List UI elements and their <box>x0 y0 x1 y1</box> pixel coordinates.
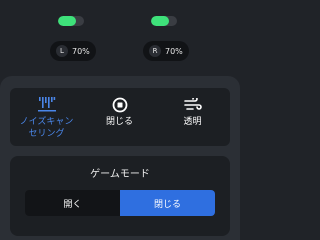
right-battery-bar <box>151 16 177 26</box>
right-battery-fill <box>151 16 170 26</box>
mode-off[interactable]: 閉じる <box>83 88 156 146</box>
game-mode-card: ゲームモード 開く 閉じる <box>10 156 230 236</box>
left-side-label: L <box>56 45 68 57</box>
stop-icon <box>110 96 130 114</box>
mode-transparency[interactable]: 透明 <box>156 88 229 146</box>
game-mode-title: ゲームモード <box>90 169 150 180</box>
mode-transparency-label: 透明 <box>183 117 202 127</box>
right-battery-text: 70% <box>165 46 183 56</box>
right-side-label: R <box>149 45 161 57</box>
mode-noise-cancelling[interactable]: ノイズキャン セリング <box>10 88 83 146</box>
right-earbud-status: R 70% <box>143 16 189 61</box>
left-battery-fill <box>58 16 77 26</box>
right-battery-pill: R 70% <box>143 41 189 61</box>
left-earbud-status: L 70% <box>50 16 96 61</box>
game-mode-toggle: 開く 閉じる <box>25 190 215 216</box>
left-battery-bar <box>58 16 84 26</box>
game-mode-off-button[interactable]: 閉じる <box>120 190 215 216</box>
control-panel: ノイズキャン セリング 閉じる 透明 ゲームモード 開く 閉じる <box>0 76 240 240</box>
left-battery-pill: L 70% <box>50 41 96 61</box>
noise-mode-selector: ノイズキャン セリング 閉じる 透明 <box>10 88 230 146</box>
transparency-icon <box>183 96 203 114</box>
left-battery-text: 70% <box>72 46 90 56</box>
noise-cancel-icon <box>37 96 57 114</box>
game-mode-on-button[interactable]: 開く <box>25 190 120 216</box>
mode-noise-cancelling-label: ノイズキャン セリング <box>19 117 74 139</box>
mode-off-label: 閉じる <box>105 117 133 127</box>
